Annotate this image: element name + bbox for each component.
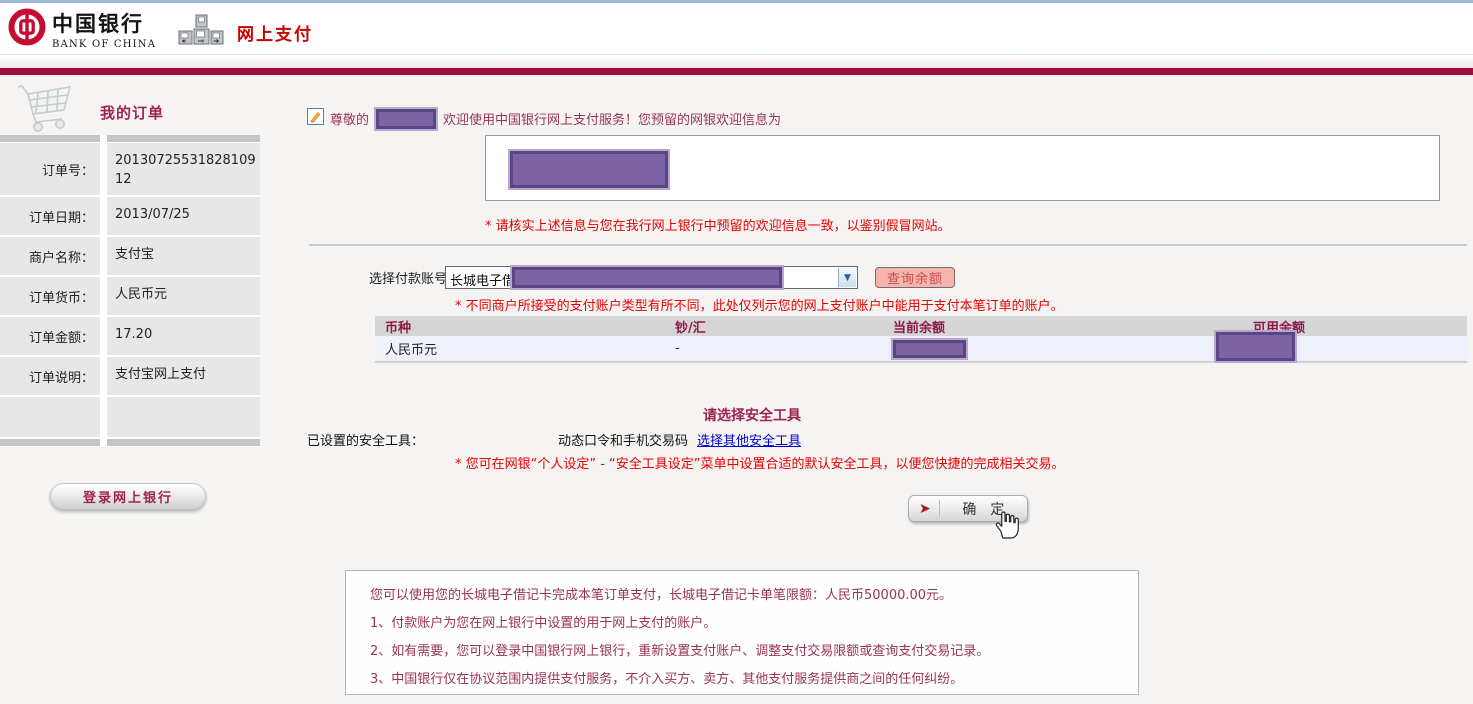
order-number-label: 订单号： [0,143,100,195]
currency-cell: 人民币元 [385,343,438,358]
table-top-strip [0,135,260,142]
redacted-account-number [512,267,782,288]
redacted-available-balance [1216,332,1295,361]
account-types-note: * 不同商户所接受的支付账户类型有所不同，此处仅列示您的网上支付账户中能用于支付… [455,299,1064,314]
login-online-banking-button[interactable]: 登录网上银行 [50,483,206,510]
security-tool-title: 请选择安全工具 [703,408,801,424]
bank-names: 中国银行 BANK OF CHINA [52,8,156,50]
redacted-current-balance [893,340,966,358]
notice-item-2: 2、如有需要，您可以登录中国银行网上银行，重新设置支付账户、调整支付交易限额或查… [370,644,990,659]
redacted-welcome-message [510,151,668,188]
hand-cursor-icon [995,510,1021,544]
order-description-row: 订单说明： 支付宝网上支付 [0,357,260,395]
security-tool-value: 动态口令和手机交易码 [558,434,689,449]
welcome-suffix: 欢迎使用中国银行网上支付服务！您预留的网银欢迎信息为 [443,113,782,128]
header-fade-strip [0,55,1473,68]
order-description-label: 订单说明： [0,357,100,395]
order-currency-label: 订单货币： [0,277,100,315]
balance-table-row: 人民币元 - [375,332,1467,363]
order-amount-label: 订单金额： [0,317,100,355]
balance-table-header: 币种 钞/汇 当前余额 可用余额 [375,316,1467,336]
security-settings-note: * 您可在网银“个人设定” - “安全工具设定”菜单中设置合适的默认安全工具，以… [455,457,1065,472]
table-bottom-strip [0,439,260,446]
header-bar: 中国银行 BANK OF CHINA 网上支付 [0,3,1473,55]
maroon-divider-bar [0,68,1473,75]
verify-message-note: * 请核实上述信息与您在我行网上银行中预留的欢迎信息一致，以鉴别假冒网站。 [485,219,951,234]
order-description-value: 支付宝网上支付 [107,357,260,395]
sidebar-title: 我的订单 [100,104,165,122]
order-amount-value: 17.20 [107,317,260,355]
order-date-value: 2013/07/25 [107,197,260,235]
order-number-row: 订单号： 2013072553182810912 [0,143,260,195]
shopping-cart-icon [16,82,80,138]
order-details-table: 订单号： 2013072553182810912 订单日期： 2013/07/2… [0,135,260,447]
online-payment-kiosk-icon [178,14,224,51]
welcome-row: 尊敬的 欢迎使用中国银行网上支付服务！您预留的网银欢迎信息为 [307,108,781,129]
notice-item-3: 3、中国银行仅在协议范围内提供支付服务，不介入买方、卖方、其他支付服务提供商之间… [370,672,964,687]
current-balance-header: 当前余额 [893,320,946,336]
cash-exchange-cell: - [675,341,680,356]
section-divider [309,244,1467,246]
order-amount-row: 订单金额： 17.20 [0,317,260,355]
security-tool-label: 已设置的安全工具： [307,434,425,449]
balance-table: 币种 钞/汇 当前余额 可用余额 人民币元 - [375,316,1467,363]
query-balance-button[interactable]: 查询余额 [875,267,955,288]
currency-header: 币种 [385,320,412,336]
empty-row [0,397,260,437]
bank-of-china-logo-icon [8,8,46,50]
online-payment-page: 中国银行 BANK OF CHINA 网上支付 我的订单 订单号： 201307… [0,0,1473,704]
chevron-down-icon[interactable]: ▼ [838,268,856,287]
welcome-message-box [485,135,1440,201]
redacted-customer-name [376,108,437,129]
merchant-name-value: 支付宝 [107,237,260,275]
payment-account-select[interactable]: 长城电子借记卡 ▼ [445,266,858,289]
merchant-name-row: 商户名称： 支付宝 [0,237,260,275]
merchant-name-label: 商户名称： [0,237,100,275]
order-date-row: 订单日期： 2013/07/25 [0,197,260,235]
main-content: 尊敬的 欢迎使用中国银行网上支付服务！您预留的网银欢迎信息为 * 请核实上述信息… [307,108,1467,698]
payment-notice-box: 您可以使用您的长城电子借记卡完成本笔订单支付，长城电子借记卡单笔限额：人民币50… [345,570,1139,695]
order-date-label: 订单日期： [0,197,100,235]
welcome-prefix: 尊敬的 [330,113,370,128]
order-number-value: 2013072553182810912 [107,143,260,195]
cash-exchange-header: 钞/汇 [675,320,706,336]
red-arrow-icon: ➤ [919,500,931,517]
choose-other-security-tool-link[interactable]: 选择其他安全工具 [697,430,801,449]
order-currency-row: 订单货币： 人民币元 [0,277,260,315]
note-edit-icon [307,108,324,129]
page-title: 网上支付 [237,25,313,45]
bank-name-en: BANK OF CHINA [52,39,157,50]
bank-logo-group: 中国银行 BANK OF CHINA [8,8,156,50]
notice-intro: 您可以使用您的长城电子借记卡完成本笔订单支付，长城电子借记卡单笔限额：人民币50… [370,588,953,603]
bank-name-cn: 中国银行 [52,11,144,36]
notice-item-1: 1、付款账户为您在网上银行中设置的用于网上支付的账户。 [370,616,717,631]
order-currency-value: 人民币元 [107,277,260,315]
